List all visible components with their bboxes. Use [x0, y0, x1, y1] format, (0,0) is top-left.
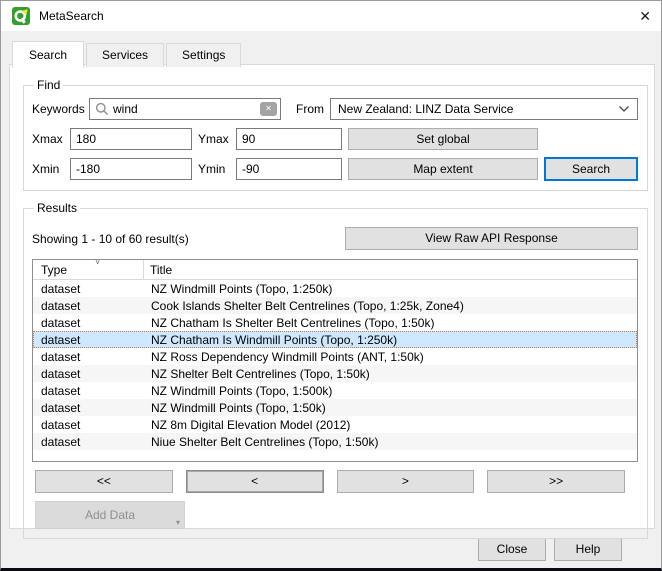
results-count-text: Showing 1 - 10 of 60 result(s) — [32, 232, 189, 246]
last-page-button[interactable]: >> — [487, 470, 625, 493]
search-tab-panel: Find Keywords ✕ From New Zealand: LINZ D — [9, 64, 655, 529]
results-legend: Results — [34, 201, 80, 215]
table-row[interactable]: dataset NZ Windmill Points (Topo, 1:50k) — [33, 399, 637, 416]
ymin-label: Ymin — [198, 162, 230, 176]
set-global-button[interactable]: Set global — [348, 128, 538, 150]
xmax-label: Xmax — [32, 132, 64, 146]
xmax-input[interactable] — [70, 128, 192, 150]
add-data-button[interactable]: Add Data ▾ — [35, 501, 185, 529]
search-icon — [95, 102, 109, 116]
tab-services[interactable]: Services — [86, 43, 164, 67]
chevron-down-icon — [618, 105, 630, 113]
from-selected-value: New Zealand: LINZ Data Service — [338, 102, 618, 116]
pagination-bar: << < > >> — [35, 470, 625, 493]
results-table-header: Type ˅ Title — [33, 260, 637, 280]
find-groupbox: Find Keywords ✕ From New Zealand: LINZ D — [23, 78, 648, 191]
table-row-selected[interactable]: dataset NZ Chatham Is Windmill Points (T… — [33, 331, 637, 348]
search-button[interactable]: Search — [544, 157, 638, 181]
tab-settings[interactable]: Settings — [166, 43, 241, 67]
metasearch-dialog: MetaSearch ✕ Search Services Settings Fi… — [0, 0, 662, 571]
tab-search[interactable]: Search — [12, 41, 84, 68]
title-bar: MetaSearch ✕ — [1, 1, 661, 31]
first-page-button[interactable]: << — [35, 470, 173, 493]
next-page-button[interactable]: > — [337, 470, 475, 493]
from-dropdown[interactable]: New Zealand: LINZ Data Service — [330, 98, 638, 120]
sort-indicator-icon: ˅ — [95, 259, 100, 267]
previous-page-button[interactable]: < — [186, 470, 324, 493]
close-button[interactable]: Close — [478, 538, 546, 561]
table-row[interactable]: dataset NZ Ross Dependency Windmill Poin… — [33, 348, 637, 365]
dropdown-arrow-icon: ▾ — [176, 519, 180, 527]
tab-bar: Search Services Settings — [12, 41, 243, 67]
column-header-title[interactable]: Title — [144, 263, 172, 277]
table-row[interactable]: dataset Cook Islands Shelter Belt Centre… — [33, 297, 637, 314]
table-row[interactable]: dataset NZ 8m Digital Elevation Model (2… — [33, 416, 637, 433]
xmin-input[interactable] — [70, 158, 192, 180]
find-legend: Find — [34, 78, 63, 92]
view-raw-api-response-button[interactable]: View Raw API Response — [345, 227, 638, 250]
table-row[interactable]: dataset NZ Windmill Points (Topo, 1:500k… — [33, 382, 637, 399]
results-groupbox: Results Showing 1 - 10 of 60 result(s) V… — [23, 201, 648, 539]
close-window-icon[interactable]: ✕ — [623, 8, 651, 25]
map-extent-button[interactable]: Map extent — [348, 158, 538, 180]
ymax-label: Ymax — [198, 132, 230, 146]
xmin-label: Xmin — [32, 162, 64, 176]
clear-search-icon[interactable]: ✕ — [260, 102, 277, 116]
table-row[interactable]: dataset NZ Windmill Points (Topo, 1:250k… — [33, 280, 637, 297]
ymin-input[interactable] — [236, 158, 342, 180]
results-table: Type ˅ Title dataset NZ Windmill Points … — [32, 259, 638, 462]
keywords-input-wrap: ✕ — [89, 98, 281, 120]
help-button[interactable]: Help — [554, 538, 622, 561]
from-label: From — [296, 102, 324, 116]
keywords-label: Keywords — [32, 102, 89, 116]
table-row[interactable]: dataset NZ Shelter Belt Centrelines (Top… — [33, 365, 637, 382]
table-row[interactable]: dataset NZ Chatham Is Shelter Belt Centr… — [33, 314, 637, 331]
qgis-logo-icon — [12, 7, 30, 25]
keywords-input[interactable] — [109, 102, 260, 116]
column-header-type[interactable]: Type ˅ — [33, 260, 144, 279]
ymax-input[interactable] — [236, 128, 342, 150]
window-title: MetaSearch — [39, 9, 104, 23]
table-row[interactable]: dataset Niue Shelter Belt Centrelines (T… — [33, 433, 637, 450]
